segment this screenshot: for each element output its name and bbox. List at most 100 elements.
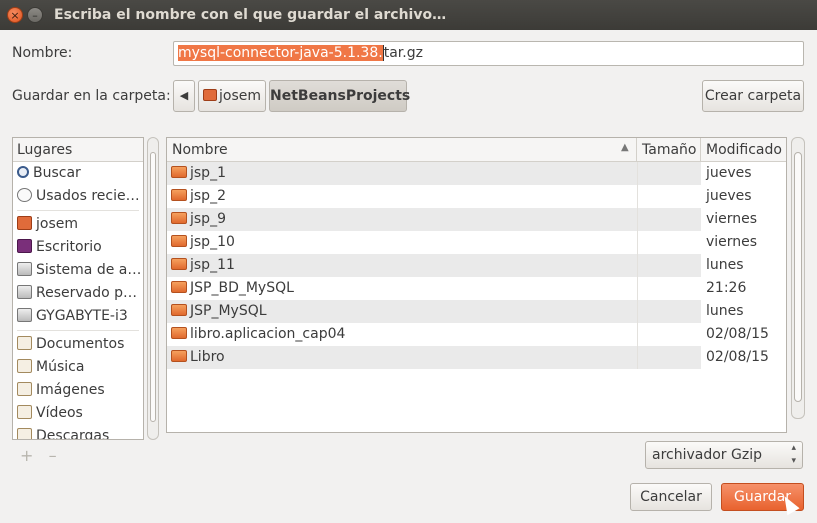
file-size-cell xyxy=(637,162,701,185)
file-size-cell xyxy=(637,323,701,346)
name-label: Nombre: xyxy=(12,45,73,61)
column-header-size[interactable]: Tamaño xyxy=(637,138,701,162)
places-separator xyxy=(17,210,139,211)
places-item-label: Reservado p… xyxy=(36,285,138,301)
file-size-cell xyxy=(637,346,701,369)
file-size-cell xyxy=(637,254,701,277)
file-name-cell: jsp_10 xyxy=(167,231,637,254)
remove-bookmark-button[interactable]: – xyxy=(49,446,57,465)
path-crumb-label: josem xyxy=(219,88,261,104)
home-folder-icon xyxy=(17,216,32,230)
add-bookmark-button[interactable]: + xyxy=(20,446,33,465)
file-modified-cell: lunes xyxy=(706,303,744,319)
column-header-name[interactable]: Nombre xyxy=(167,138,637,162)
folder-icon xyxy=(171,281,187,293)
file-list-scrollbar[interactable] xyxy=(791,137,805,419)
file-row[interactable]: JSP_MySQL lunes xyxy=(167,300,786,323)
file-name: jsp_10 xyxy=(190,234,235,250)
places-item-downloads[interactable]: Descargas xyxy=(13,425,143,440)
places-item-josem[interactable]: josem xyxy=(13,213,143,236)
places-item-music[interactable]: Música xyxy=(13,356,143,379)
places-item-reserved[interactable]: Reservado p… xyxy=(13,282,143,305)
home-folder-icon xyxy=(203,89,217,101)
title-bar: × – Escriba el nombre con el que guardar… xyxy=(0,0,817,30)
places-scrollbar-thumb[interactable] xyxy=(150,152,156,422)
places-item-recent[interactable]: Usados recie… xyxy=(13,185,143,208)
folder-icon xyxy=(171,304,187,316)
places-item-filesystem[interactable]: Sistema de a… xyxy=(13,259,143,282)
places-item-label: GYGABYTE-i3 xyxy=(36,308,128,324)
file-type-filter-value: archivador Gzip xyxy=(652,447,762,463)
pictures-icon xyxy=(17,382,32,396)
path-crumb-netbeansprojects[interactable]: NetBeansProjects xyxy=(269,80,410,112)
minimize-window-button[interactable]: – xyxy=(27,7,43,23)
places-item-gygabyte[interactable]: GYGABYTE-i3 xyxy=(13,305,143,328)
file-name-selected-text: mysql-connector-java-5.1.38. xyxy=(178,45,383,61)
file-name-cell: jsp_9 xyxy=(167,208,637,231)
file-modified-cell: viernes xyxy=(706,211,758,227)
videos-icon xyxy=(17,405,32,419)
folder-icon xyxy=(171,327,187,339)
places-scrollbar[interactable] xyxy=(147,137,159,440)
places-item-label: Buscar xyxy=(33,165,81,181)
file-row[interactable]: jsp_9 viernes xyxy=(167,208,786,231)
file-row[interactable]: jsp_2 jueves xyxy=(167,185,786,208)
file-name-cell: jsp_11 xyxy=(167,254,637,277)
places-item-label: Documentos xyxy=(36,336,125,352)
folder-icon xyxy=(171,166,187,178)
file-name: libro.aplicacion_cap04 xyxy=(190,326,346,342)
recent-icon xyxy=(17,188,32,202)
desktop-icon xyxy=(17,239,32,253)
places-item-label: Vídeos xyxy=(36,405,83,421)
file-row[interactable]: libro.aplicacion_cap04 02/08/15 xyxy=(167,323,786,346)
file-list: Nombre ▲ Tamaño Modificado jsp_1 jueves js… xyxy=(166,137,787,433)
file-name-input[interactable]: mysql-connector-java-5.1.38.tar.gz xyxy=(173,41,804,66)
places-item-documents[interactable]: Documentos xyxy=(13,333,143,356)
path-crumb-josem[interactable]: josem xyxy=(198,80,266,112)
file-name-cell: JSP_MySQL xyxy=(167,300,637,323)
file-row[interactable]: Libro 02/08/15 xyxy=(167,346,786,369)
file-type-filter[interactable]: archivador Gzip ▴ ▾ xyxy=(645,441,803,469)
places-item-label: Música xyxy=(36,359,85,375)
places-item-label: Descargas xyxy=(36,428,110,440)
file-modified-cell: viernes xyxy=(706,234,758,250)
folder-icon xyxy=(171,189,187,201)
column-header-modified[interactable]: Modificado xyxy=(701,138,786,162)
places-item-desktop[interactable]: Escritorio xyxy=(13,236,143,259)
places-item-search[interactable]: Buscar xyxy=(13,162,143,185)
drive-icon xyxy=(17,262,32,276)
folder-icon xyxy=(171,350,187,362)
file-modified-cell: 02/08/15 xyxy=(706,349,769,365)
places-item-label: Imágenes xyxy=(36,382,105,398)
places-item-label: josem xyxy=(36,216,78,232)
cancel-button[interactable]: Cancelar xyxy=(630,483,712,511)
file-name: jsp_9 xyxy=(190,211,226,227)
file-name-cell: JSP_BD_MySQL xyxy=(167,277,637,300)
file-row[interactable]: jsp_10 viernes xyxy=(167,231,786,254)
file-row[interactable]: jsp_1 jueves xyxy=(167,162,786,185)
file-modified-cell: lunes xyxy=(706,257,744,273)
path-back-button[interactable]: ◀ xyxy=(173,80,195,112)
file-name-cell: libro.aplicacion_cap04 xyxy=(167,323,637,346)
places-item-label: Sistema de a… xyxy=(36,262,142,278)
file-list-scrollbar-thumb[interactable] xyxy=(794,152,802,402)
file-modified-cell: 02/08/15 xyxy=(706,326,769,342)
file-size-cell xyxy=(637,277,701,300)
file-name-cell: jsp_1 xyxy=(167,162,637,185)
search-icon xyxy=(17,166,29,178)
file-size-cell xyxy=(637,300,701,323)
file-modified-cell: 21:26 xyxy=(706,280,747,296)
downloads-icon xyxy=(17,428,32,439)
places-item-pictures[interactable]: Imágenes xyxy=(13,379,143,402)
places-add-remove: + – xyxy=(20,446,57,465)
file-name-cell: Libro xyxy=(167,346,637,369)
create-folder-button[interactable]: Crear carpeta xyxy=(702,80,804,112)
file-row[interactable]: JSP_BD_MySQL 21:26 xyxy=(167,277,786,300)
close-window-button[interactable]: × xyxy=(7,7,23,23)
places-sidebar: Lugares Buscar Usados recie… josem Escri… xyxy=(12,137,144,440)
file-row[interactable]: jsp_11 lunes xyxy=(167,254,786,277)
folder-icon xyxy=(171,235,187,247)
places-item-videos[interactable]: Vídeos xyxy=(13,402,143,425)
folder-icon xyxy=(171,258,187,270)
file-name: jsp_11 xyxy=(190,257,235,273)
